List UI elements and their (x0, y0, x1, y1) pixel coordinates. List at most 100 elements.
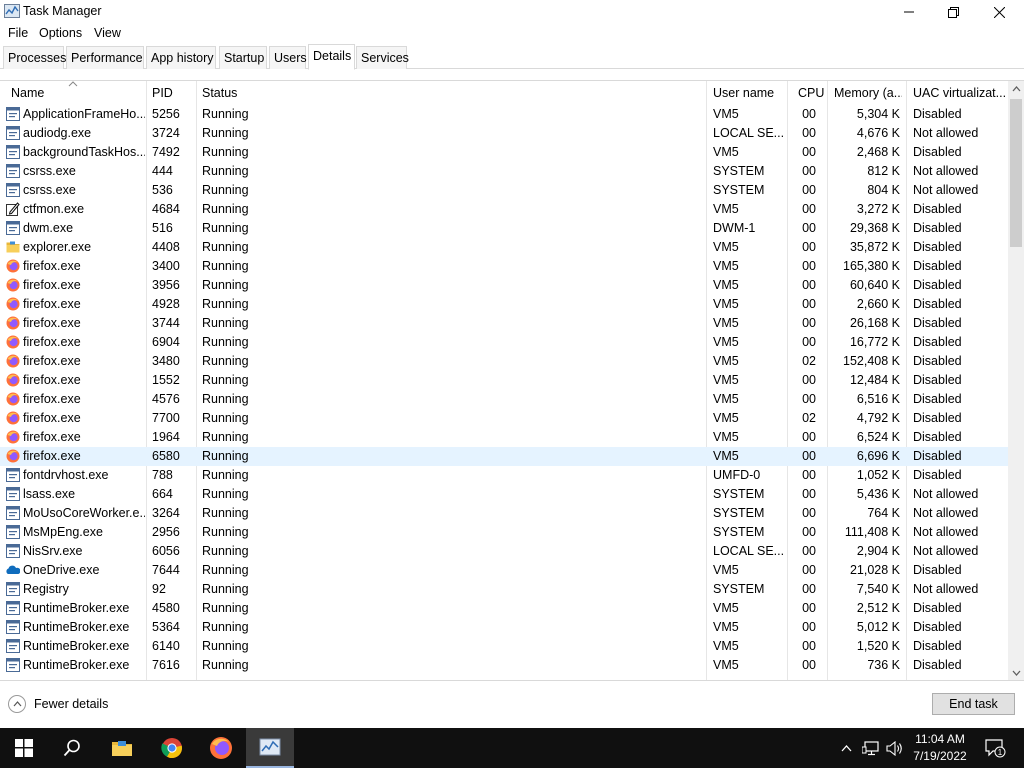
network-button[interactable] (861, 728, 881, 768)
table-row[interactable]: firefox.exe 4928 Running VM5 00 2,660 K Disabl… (0, 295, 1008, 314)
tab-performance[interactable]: Performance (66, 46, 144, 69)
tab-details[interactable]: Details (308, 44, 355, 70)
table-row[interactable]: firefox.exe 1552 Running VM5 00 12,484 K Disab… (0, 371, 1008, 390)
table-row[interactable]: NisSrv.exe 6056 Running LOCAL SE... 00 2,904 … (0, 542, 1008, 561)
tab-users[interactable]: Users (269, 46, 307, 69)
table-row[interactable]: lsass.exe 664 Running SYSTEM 00 5,436 K Not al… (0, 485, 1008, 504)
table-row[interactable]: firefox.exe 4576 Running VM5 00 6,516 K Disabl… (0, 390, 1008, 409)
table-row[interactable]: MoUsoCoreWorker.e... 3264 Running SYSTEM 00 7… (0, 504, 1008, 523)
process-status: Running (202, 183, 249, 197)
table-row[interactable]: backgroundTaskHos... 7492 Running VM5 00 2,46… (0, 143, 1008, 162)
table-row[interactable]: RuntimeBroker.exe 4580 Running VM5 00 2,512 K… (0, 599, 1008, 618)
tab-processes[interactable]: Processes (3, 46, 66, 69)
chrome-icon (161, 738, 183, 759)
table-row[interactable]: firefox.exe 3744 Running VM5 00 26,168 K Disab… (0, 314, 1008, 333)
vertical-scrollbar[interactable] (1008, 81, 1024, 681)
column-header-uac[interactable]: UAC virtualizat... (913, 86, 1005, 100)
table-row[interactable]: firefox.exe 6904 Running VM5 00 16,772 K Disab… (0, 333, 1008, 352)
scroll-up-button[interactable] (1008, 81, 1024, 97)
process-uac: Disabled (913, 354, 962, 368)
table-row[interactable]: firefox.exe 1964 Running VM5 00 6,524 K Disabl… (0, 428, 1008, 447)
table-row[interactable]: OneDrive.exe 7644 Running VM5 00 21,028 K Disa… (0, 561, 1008, 580)
app-window-icon (6, 620, 20, 634)
process-name: fontdrvhost.exe (23, 468, 109, 482)
task-manager-app-icon (4, 4, 20, 18)
column-header-pid[interactable]: PID (152, 86, 192, 100)
table-row[interactable]: RuntimeBroker.exe 7616 Running VM5 00 736 K Di… (0, 656, 1008, 675)
table-row[interactable]: ctfmon.exe 4684 Running VM5 00 3,272 K Disable… (0, 200, 1008, 219)
process-pid: 4580 (152, 601, 180, 615)
menu-view[interactable]: View (94, 26, 121, 40)
tab-app-history[interactable]: App history (146, 46, 216, 69)
show-hidden-icons-button[interactable] (838, 728, 854, 768)
start-button[interactable] (0, 728, 48, 768)
table-row[interactable]: ApplicationFrameHo... 5256 Running VM5 00 5,3… (0, 105, 1008, 124)
chevron-down-icon (1012, 670, 1020, 676)
table-row[interactable]: firefox.exe 3480 Running VM5 02 152,408 K Disa… (0, 352, 1008, 371)
process-user-name: VM5 (713, 297, 739, 311)
process-status: Running (202, 430, 249, 444)
end-task-button[interactable]: End task (932, 693, 1015, 715)
process-name: csrss.exe (23, 164, 76, 178)
table-row[interactable]: csrss.exe 444 Running SYSTEM 00 812 K Not allo… (0, 162, 1008, 181)
tab-startup[interactable]: Startup (219, 46, 267, 69)
menu-file[interactable]: File (8, 26, 28, 40)
menu-options[interactable]: Options (39, 26, 82, 40)
table-row[interactable]: RuntimeBroker.exe 6140 Running VM5 00 1,520 K… (0, 637, 1008, 656)
table-row[interactable]: RuntimeBroker.exe 5364 Running VM5 00 5,012 K… (0, 618, 1008, 637)
table-row[interactable]: MsMpEng.exe 2956 Running SYSTEM 00 111,408 K N… (0, 523, 1008, 542)
process-name: firefox.exe (23, 354, 81, 368)
firefox-icon (6, 430, 20, 444)
taskbar-clock[interactable]: 11:04 AM 7/19/2022 (910, 731, 970, 765)
table-row[interactable]: fontdrvhost.exe 788 Running UMFD-0 00 1,052 K… (0, 466, 1008, 485)
taskbar-task-manager[interactable] (246, 728, 294, 768)
column-header-memory[interactable]: Memory (a... (834, 86, 902, 100)
taskbar-chrome[interactable] (148, 728, 196, 768)
scroll-down-button[interactable] (1008, 665, 1024, 681)
process-status: Running (202, 392, 249, 406)
process-status: Running (202, 107, 249, 121)
table-row[interactable]: firefox.exe 7700 Running VM5 02 4,792 K Disabl… (0, 409, 1008, 428)
process-cpu: 00 (802, 449, 816, 463)
process-cpu: 00 (802, 297, 816, 311)
column-header-status[interactable]: Status (202, 86, 702, 100)
column-header-name[interactable]: Name (11, 86, 141, 100)
process-status: Running (202, 582, 249, 596)
scrollbar-thumb[interactable] (1010, 99, 1022, 247)
restore-button[interactable] (930, 0, 976, 24)
process-user-name: VM5 (713, 392, 739, 406)
action-center-button[interactable]: 1 (980, 728, 1010, 768)
process-memory: 60,640 K (849, 278, 900, 292)
table-row[interactable]: csrss.exe 536 Running SYSTEM 00 804 K Not allo… (0, 181, 1008, 200)
table-row[interactable]: firefox.exe 3956 Running VM5 00 60,640 K Disab… (0, 276, 1008, 295)
table-row[interactable]: firefox.exe 3400 Running VM5 00 165,380 K Disa… (0, 257, 1008, 276)
taskbar-file-explorer[interactable] (98, 728, 146, 768)
table-row[interactable]: firefox.exe 6580 Running VM5 00 6,696 K Disabl… (0, 447, 1008, 466)
process-memory: 5,012 K (856, 620, 900, 634)
firefox-icon (6, 373, 20, 387)
process-pid: 4928 (152, 297, 180, 311)
taskbar-firefox[interactable] (197, 728, 245, 768)
minimize-button[interactable] (886, 0, 932, 24)
table-body: ApplicationFrameHo... 5256 Running VM5 00 5,3… (0, 105, 1008, 681)
table-row[interactable]: Registry 92 Running SYSTEM 00 7,540 K Not allo… (0, 580, 1008, 599)
process-pid: 1964 (152, 430, 180, 444)
process-name: firefox.exe (23, 297, 81, 311)
process-status: Running (202, 639, 249, 653)
fewer-details-button[interactable]: Fewer details (8, 695, 108, 713)
search-button[interactable] (48, 728, 96, 768)
process-status: Running (202, 278, 249, 292)
table-row[interactable]: audiodg.exe 3724 Running LOCAL SE... 00 4,676… (0, 124, 1008, 143)
process-cpu: 00 (802, 221, 816, 235)
column-header-cpu[interactable]: CPU (798, 86, 824, 100)
process-name: MsMpEng.exe (23, 525, 103, 539)
volume-button[interactable] (885, 728, 905, 768)
process-memory: 111,408 K (844, 525, 900, 539)
close-icon (993, 6, 1005, 18)
close-button[interactable] (976, 0, 1022, 24)
tab-services[interactable]: Services (356, 46, 409, 69)
table-row[interactable]: explorer.exe 4408 Running VM5 00 35,872 K Disa… (0, 238, 1008, 257)
column-header-user-name[interactable]: User name (713, 86, 783, 100)
process-cpu: 00 (802, 145, 816, 159)
table-row[interactable]: dwm.exe 516 Running DWM-1 00 29,368 K Disabled (0, 219, 1008, 238)
